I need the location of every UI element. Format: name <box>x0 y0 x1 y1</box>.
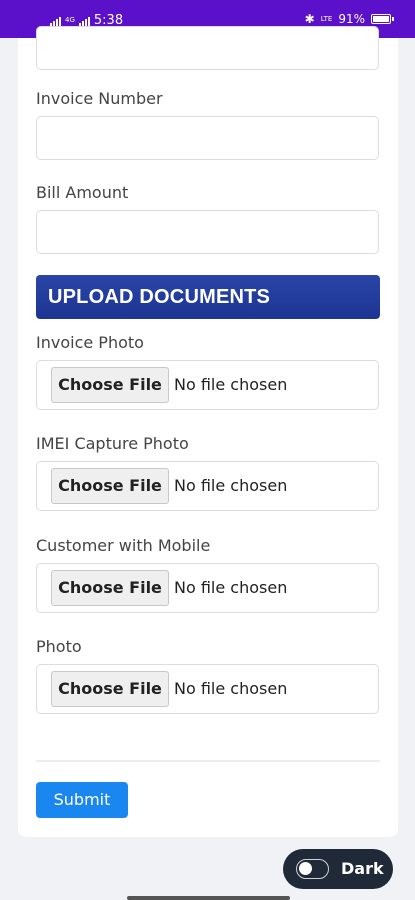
submit-button[interactable]: Submit <box>36 782 128 818</box>
invoice-number-label: Invoice Number <box>36 89 163 108</box>
form-card: Invoice Number Bill Amount UPLOAD DOCUME… <box>18 26 398 837</box>
signal-icon-2 <box>78 16 90 26</box>
customer-with-mobile-label: Customer with Mobile <box>36 536 211 555</box>
invoice-photo-label: Invoice Photo <box>36 333 144 352</box>
divider <box>36 760 380 762</box>
dark-mode-label: Dark <box>341 859 384 878</box>
photo-file-input: Choose File No file chosen <box>36 664 379 714</box>
network-type-left: 4G <box>65 16 75 24</box>
status-right: ✱ LTE 91% <box>304 12 394 26</box>
bluetooth-icon: ✱ <box>304 12 315 26</box>
toggle-switch[interactable] <box>296 859 329 879</box>
dark-mode-toggle[interactable]: Dark <box>283 849 393 889</box>
battery-percent: 91% <box>338 12 365 26</box>
invoice-number-input[interactable] <box>36 116 379 160</box>
imei-capture-photo-file-input: Choose File No file chosen <box>36 461 379 511</box>
battery-icon <box>371 14 394 24</box>
choose-file-button[interactable]: Choose File <box>51 367 169 403</box>
bill-amount-label: Bill Amount <box>36 183 129 202</box>
toggle-knob <box>299 862 312 875</box>
signal-icon <box>50 16 61 26</box>
upload-documents-header: UPLOAD DOCUMENTS <box>36 275 380 319</box>
file-status: No file chosen <box>174 679 288 698</box>
invoice-photo-file-input: Choose File No file chosen <box>36 360 379 410</box>
network-type-right: LTE <box>320 14 333 23</box>
file-status: No file chosen <box>174 476 288 495</box>
imei-capture-photo-label: IMEI Capture Photo <box>36 434 189 453</box>
bill-amount-input[interactable] <box>36 210 379 254</box>
home-indicator <box>127 896 290 900</box>
choose-file-button[interactable]: Choose File <box>51 570 169 606</box>
photo-label: Photo <box>36 637 82 656</box>
choose-file-button[interactable]: Choose File <box>51 671 169 707</box>
file-status: No file chosen <box>174 578 288 597</box>
file-status: No file chosen <box>174 375 288 394</box>
previous-field-input[interactable] <box>36 26 379 70</box>
customer-with-mobile-file-input: Choose File No file chosen <box>36 563 379 613</box>
choose-file-button[interactable]: Choose File <box>51 468 169 504</box>
